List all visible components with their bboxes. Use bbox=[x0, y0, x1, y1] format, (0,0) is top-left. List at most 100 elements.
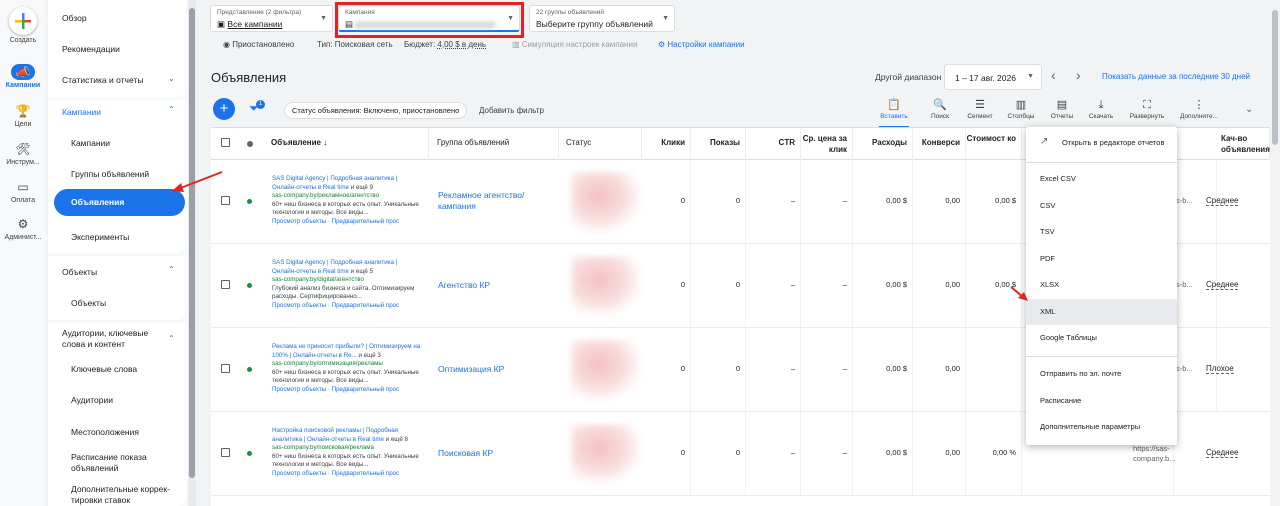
menu-pdf[interactable]: PDF bbox=[1026, 246, 1177, 272]
row-checkbox[interactable] bbox=[221, 448, 230, 457]
adgroup-link[interactable]: Поисковая КР bbox=[438, 448, 548, 459]
budget-value[interactable]: 4,00 $ в день bbox=[437, 40, 486, 49]
clipboard-icon: 📋 bbox=[887, 99, 901, 111]
ad-quality-value[interactable]: Среднее bbox=[1206, 448, 1239, 458]
menu-xlsx[interactable]: XLSX bbox=[1026, 272, 1177, 298]
status-dot-enabled bbox=[247, 199, 252, 204]
sidebar-item-keywords[interactable]: Ключевые слова bbox=[71, 364, 137, 374]
ad-links[interactable]: Просмотр объекты · Предварительный прос bbox=[272, 218, 399, 225]
ad-preview[interactable]: SAS Digital Agency | Подробная аналитика… bbox=[272, 175, 422, 226]
adgroup-link[interactable]: Рекламное агентство/ кампания bbox=[438, 190, 548, 212]
col-status[interactable]: Статус bbox=[566, 128, 642, 160]
sidebar-item-objects-header[interactable]: Объекты bbox=[62, 267, 97, 277]
col-cost[interactable]: Расходы bbox=[853, 128, 913, 160]
row-checkbox[interactable] bbox=[221, 364, 230, 373]
sidebar-item-campaigns-header[interactable]: Кампании bbox=[62, 107, 101, 117]
next-period-icon[interactable]: › bbox=[1076, 67, 1081, 83]
rail-admin[interactable]: ⚙ Админист... bbox=[0, 216, 46, 241]
scrollbar-thumb[interactable] bbox=[1272, 10, 1278, 145]
menu-open-report-editor[interactable]: ↗ Открыть в редакторе отчетов bbox=[1026, 130, 1177, 156]
menu-schedule[interactable]: Расписание bbox=[1026, 388, 1177, 414]
ad-preview[interactable]: Реклама не приносит прибыли? | Оптимизир… bbox=[272, 343, 422, 394]
col-conversions[interactable]: Конверси bbox=[913, 128, 966, 160]
sidebar-item-ad-groups[interactable]: Группы объявлений bbox=[71, 169, 149, 179]
sidebar-item-recommendations[interactable]: Рекомендации bbox=[62, 44, 120, 54]
status-dot-enabled bbox=[247, 451, 252, 456]
ad-headline[interactable]: Реклама не приносит прибыли? | Оптимизир… bbox=[272, 343, 420, 359]
col-ctr[interactable]: CTR bbox=[746, 128, 801, 160]
adgroup-selector[interactable]: 22 группы объявлений Выберите группу объ… bbox=[529, 5, 675, 32]
scrollbar-thumb[interactable] bbox=[189, 8, 195, 478]
cell-cost-per-conv: 0,00 $ bbox=[966, 160, 1022, 244]
adgroup-link[interactable]: Агентство КР bbox=[438, 280, 548, 291]
sidebar-item-bid-adjustments[interactable]: Дополнительные коррек-тировки ставок bbox=[71, 484, 181, 506]
create-button[interactable] bbox=[9, 7, 37, 35]
reports-button[interactable]: ▤ Отчеты bbox=[1041, 99, 1083, 120]
more-button[interactable]: ⋮ Дополните... bbox=[1178, 99, 1220, 120]
ad-links[interactable]: Просмотр объекты · Предварительный прос bbox=[272, 470, 399, 477]
select-all-checkbox[interactable] bbox=[221, 138, 230, 147]
view-selector[interactable]: Представление (2 фильтра) ▣ Все кампании… bbox=[210, 5, 333, 32]
chevron-down-icon[interactable]: ⌄ bbox=[1245, 104, 1253, 115]
menu-tsv[interactable]: TSV bbox=[1026, 219, 1177, 245]
ad-quality-value[interactable]: Плохое bbox=[1206, 364, 1234, 374]
col-ad[interactable]: Объявление ↓ bbox=[271, 128, 429, 160]
ad-links[interactable]: Просмотр объекты · Предварительный прос bbox=[272, 386, 399, 393]
insert-button[interactable]: 📋 Вставить bbox=[873, 99, 915, 128]
search-button[interactable]: 🔍 Поиск bbox=[919, 99, 961, 120]
row-checkbox[interactable] bbox=[221, 280, 230, 289]
columns-button[interactable]: ▥ Столбцы bbox=[1000, 99, 1042, 120]
segment-button[interactable]: ☰ Сегмент bbox=[959, 99, 1001, 120]
rail-goals[interactable]: 🏆 Цели bbox=[0, 103, 46, 128]
col-cpc[interactable]: Ср. цена за клик bbox=[801, 128, 853, 160]
rail-tools[interactable]: 🛠 Инструм... bbox=[0, 141, 46, 166]
ad-preview[interactable]: Настройка поисковой рекламы | Подробная … bbox=[272, 427, 422, 478]
col-adgroup[interactable]: Группа объявлений bbox=[437, 128, 559, 160]
download-button[interactable]: ⤓ Скачать bbox=[1080, 99, 1122, 120]
add-filter-button[interactable]: Добавить фильтр bbox=[479, 106, 544, 115]
date-range-picker[interactable]: 1 – 17 авг. 2026 ▼ bbox=[944, 64, 1042, 90]
sidebar-item-experiments[interactable]: Эксперименты bbox=[71, 232, 129, 242]
col-cost-per-conv[interactable]: Стоимост ко bbox=[966, 128, 1022, 160]
last-30-days-link[interactable]: Показать данные за последние 30 дней bbox=[1102, 72, 1250, 81]
add-ad-button[interactable]: + bbox=[213, 98, 235, 120]
sidebar-item-overview[interactable]: Обзор bbox=[62, 13, 87, 23]
ad-quality-value[interactable]: Среднее bbox=[1206, 196, 1239, 206]
page-scrollbar[interactable] bbox=[1270, 0, 1280, 506]
col-clicks[interactable]: Клики bbox=[643, 128, 691, 160]
campaign-settings-link[interactable]: ⚙ Настройки кампании bbox=[658, 40, 745, 49]
adgroup-link[interactable]: Оптимизация КР bbox=[438, 364, 548, 375]
sidebar-scrollbar[interactable] bbox=[188, 0, 196, 506]
ad-preview[interactable]: SAS Digital Agency | Подробная аналитика… bbox=[272, 259, 422, 310]
segment-icon: ☰ bbox=[975, 99, 985, 111]
prev-period-icon[interactable]: ‹ bbox=[1051, 67, 1056, 83]
menu-csv[interactable]: CSV bbox=[1026, 193, 1177, 219]
col-ad-quality[interactable]: Кач-во объявления bbox=[1219, 128, 1270, 160]
sidebar-item-stats[interactable]: Статистика и отчеты bbox=[62, 75, 143, 85]
sidebar-item-audiences[interactable]: Аудитории bbox=[71, 395, 113, 405]
row-checkbox[interactable] bbox=[221, 196, 230, 205]
rail-campaigns[interactable]: 📣 Кампании bbox=[0, 64, 46, 89]
sidebar-item-audiences-header[interactable]: Аудитории, ключевые слова и контент bbox=[62, 328, 160, 350]
ad-headline[interactable]: SAS Digital Agency | Подробная аналитика… bbox=[272, 259, 397, 275]
menu-excel-csv[interactable]: Excel CSV bbox=[1026, 166, 1177, 192]
col-impressions[interactable]: Показы bbox=[691, 128, 746, 160]
sidebar-item-schedule[interactable]: Расписание показа объявлений bbox=[71, 452, 161, 474]
col-ad-label: Объявление bbox=[271, 138, 321, 147]
expand-button[interactable]: ⛶ Развернуть bbox=[1126, 99, 1168, 120]
sidebar-item-campaigns[interactable]: Кампании bbox=[71, 138, 110, 148]
menu-google-sheets[interactable]: Google Таблицы bbox=[1026, 325, 1177, 351]
ad-links[interactable]: Просмотр объекты · Предварительный прос bbox=[272, 302, 399, 309]
menu-xml[interactable]: XML bbox=[1026, 299, 1177, 325]
ad-headline[interactable]: SAS Digital Agency | Подробная аналитика… bbox=[272, 175, 397, 191]
rail-billing[interactable]: ▭ Оплата bbox=[0, 179, 46, 204]
sidebar-section-audiences bbox=[48, 323, 186, 506]
sidebar-item-ads[interactable]: Объявления bbox=[54, 189, 185, 216]
status-filter-chip[interactable]: Статус объявления: Включено, приостановл… bbox=[284, 102, 468, 119]
menu-more-options[interactable]: Дополнительные параметры bbox=[1026, 414, 1177, 440]
sidebar-item-locations[interactable]: Местоположения bbox=[71, 427, 139, 437]
ad-quality-value[interactable]: Среднее bbox=[1206, 280, 1239, 290]
menu-email[interactable]: Отправить по эл. почте bbox=[1026, 361, 1177, 387]
sidebar-item-objects[interactable]: Объекты bbox=[71, 298, 106, 308]
ad-headline[interactable]: Настройка поисковой рекламы | Подробная … bbox=[272, 427, 398, 443]
